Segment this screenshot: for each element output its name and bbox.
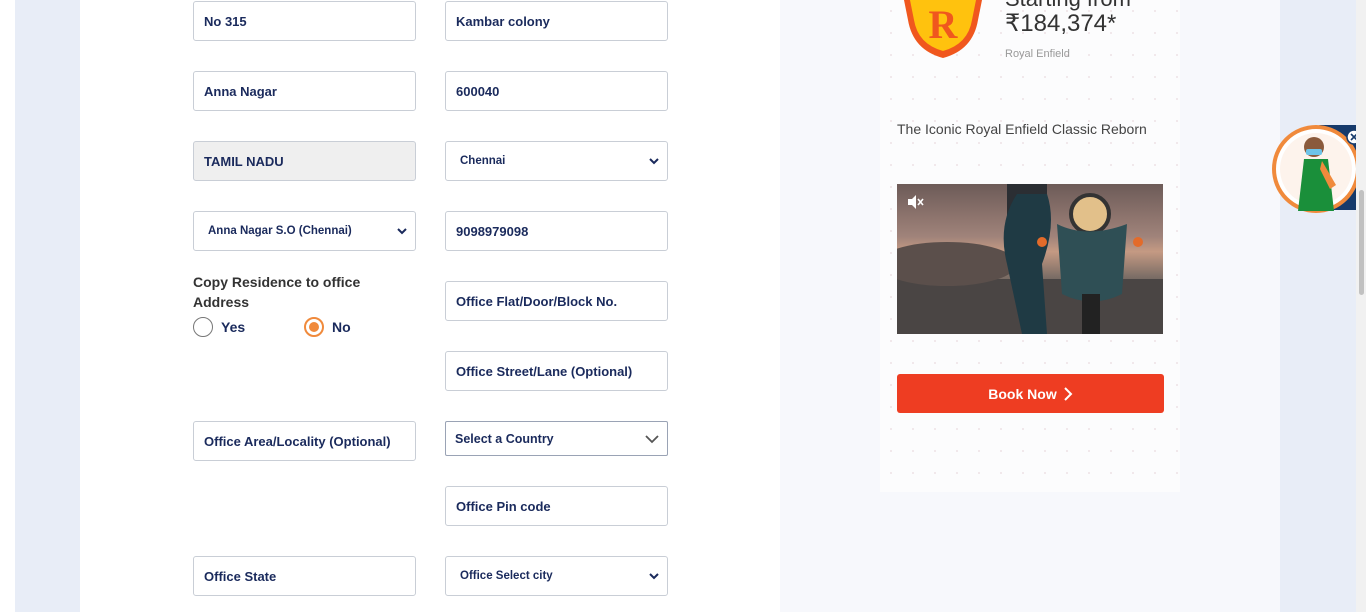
radio-circle[interactable] bbox=[193, 317, 213, 337]
office-city-value: Office Select city bbox=[460, 570, 553, 582]
office-flat-input[interactable]: Office Flat/Door/Block No. bbox=[445, 281, 668, 321]
phone-input[interactable]: 9098979098 bbox=[445, 211, 668, 251]
ad-price: ₹184,374* bbox=[1005, 10, 1117, 37]
city-select[interactable]: Chennai bbox=[445, 141, 668, 181]
chevron-down-icon bbox=[397, 228, 407, 235]
copy-no-radio[interactable]: No bbox=[304, 317, 351, 337]
office-street-input[interactable]: Office Street/Lane (Optional) bbox=[445, 351, 668, 391]
mute-icon[interactable] bbox=[906, 193, 924, 211]
office-city-select[interactable]: Office Select city bbox=[445, 556, 668, 596]
office-state-input[interactable]: Office State bbox=[193, 556, 416, 596]
copy-yes-radio[interactable]: Yes bbox=[193, 317, 245, 337]
office-country-select[interactable]: Select a Country bbox=[445, 421, 668, 456]
chevron-down-icon bbox=[649, 158, 659, 165]
ad-video[interactable] bbox=[897, 184, 1163, 334]
scrollbar-thumb[interactable] bbox=[1359, 190, 1364, 295]
office-area-input[interactable]: Office Area/Locality (Optional) bbox=[193, 421, 416, 461]
copy-yes-label: Yes bbox=[221, 319, 246, 335]
city-select-value: Chennai bbox=[460, 155, 506, 167]
address-form-panel bbox=[80, 0, 780, 612]
ad-tagline: The Iconic Royal Enfield Classic Reborn bbox=[897, 121, 1147, 137]
radio-circle-selected[interactable] bbox=[304, 317, 324, 337]
office-pincode-input[interactable]: Office Pin code bbox=[445, 486, 668, 526]
office-country-value: Select a Country bbox=[455, 431, 554, 446]
state-field: TAMIL NADU bbox=[193, 141, 416, 181]
chevron-down-icon bbox=[645, 434, 659, 443]
pincode-input[interactable]: 600040 bbox=[445, 71, 668, 111]
ad-brand: Royal Enfield bbox=[1005, 48, 1070, 60]
address-line1-input[interactable]: No 315 bbox=[193, 1, 416, 41]
post-office-select[interactable]: Anna Nagar S.O (Chennai) bbox=[193, 211, 416, 251]
royal-enfield-logo[interactable]: R bbox=[898, 0, 988, 62]
copy-address-label: Copy Residence to office Address bbox=[193, 274, 361, 310]
copy-no-label: No bbox=[332, 319, 351, 335]
motorcycle-image bbox=[897, 184, 1163, 334]
chevron-right-icon bbox=[1064, 386, 1073, 401]
chevron-down-icon bbox=[649, 573, 659, 580]
address-line2-input[interactable]: Kambar colony bbox=[445, 1, 668, 41]
area-input[interactable]: Anna Nagar bbox=[193, 71, 416, 111]
post-office-value: Anna Nagar S.O (Chennai) bbox=[208, 225, 352, 237]
scrollbar-track[interactable] bbox=[1356, 0, 1366, 612]
book-now-button[interactable]: Book Now bbox=[897, 374, 1164, 413]
chat-assistant-widget[interactable] bbox=[1270, 125, 1366, 215]
book-now-label: Book Now bbox=[988, 385, 1057, 402]
page-gutter bbox=[0, 0, 15, 612]
svg-text:R: R bbox=[929, 2, 959, 47]
